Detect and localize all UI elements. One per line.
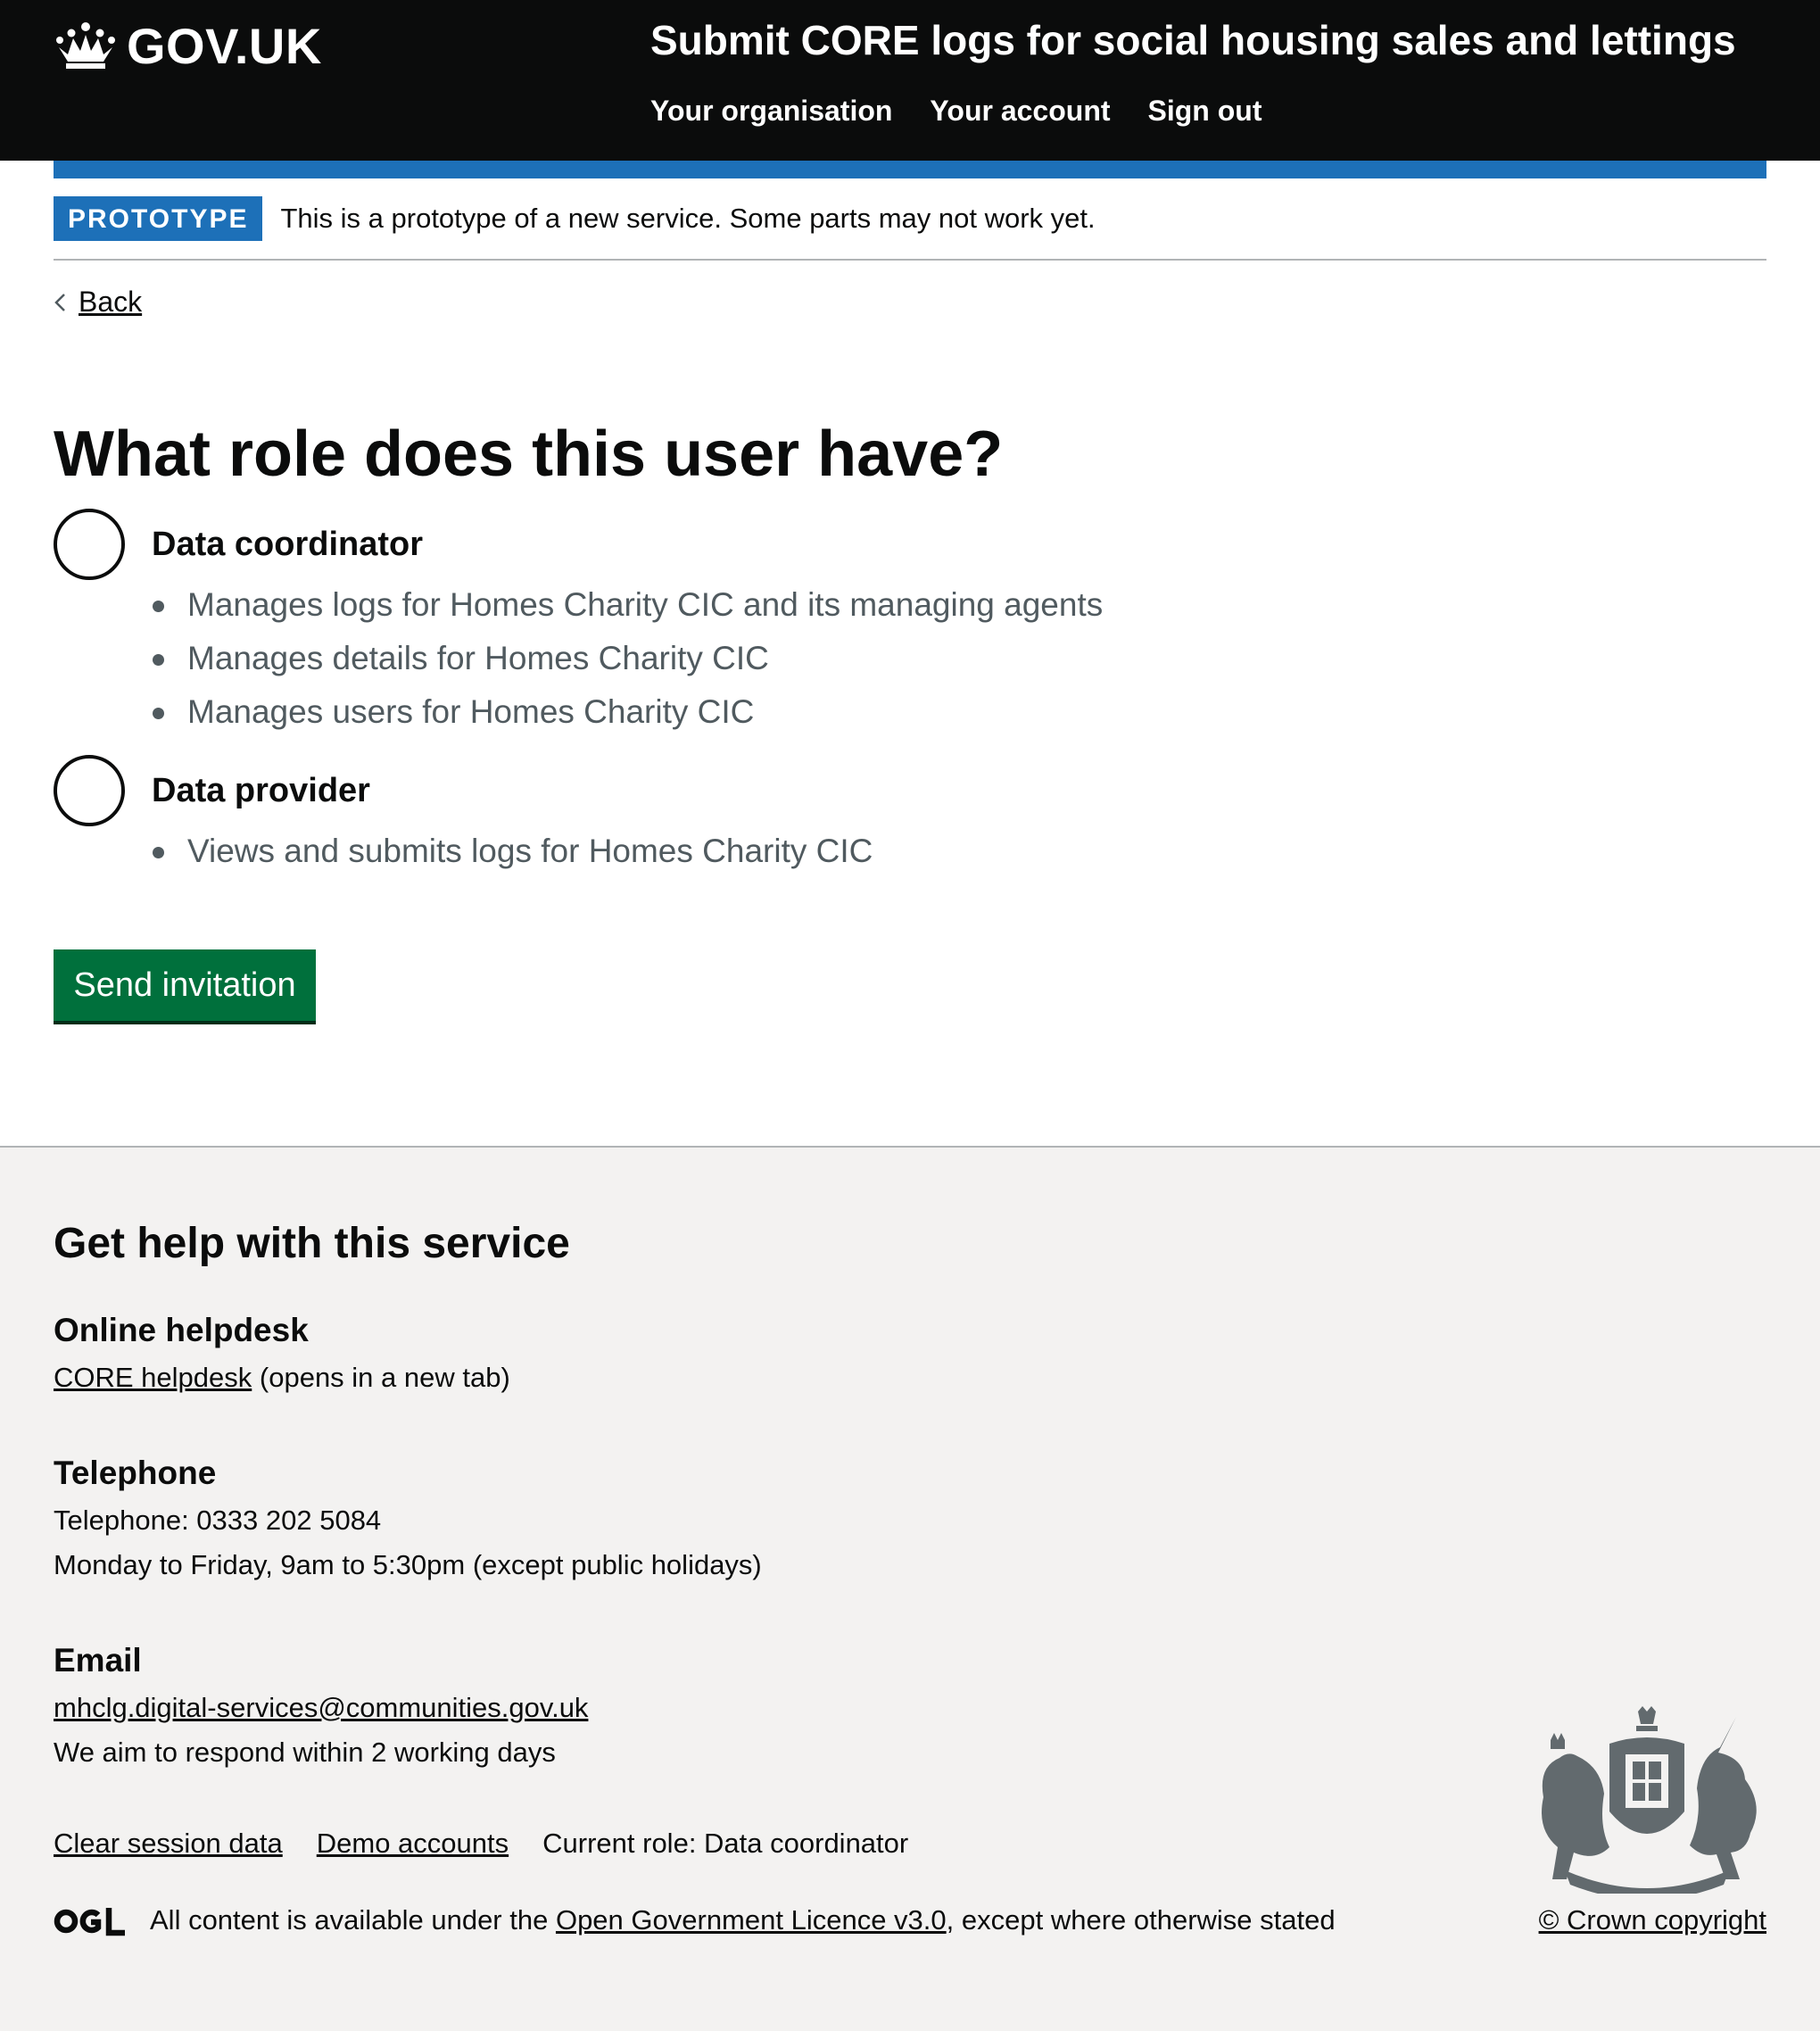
list-item: Manages users for Homes Charity CIC xyxy=(152,685,1103,739)
nav-sign-out[interactable]: Sign out xyxy=(1148,95,1262,128)
radio-option-data-coordinator[interactable]: Data coordinator Manages logs for Homes … xyxy=(54,509,1103,739)
page-title: What role does this user have? xyxy=(54,419,1004,490)
crown-icon xyxy=(56,22,115,69)
chevron-left-icon xyxy=(54,293,65,311)
send-invitation-button[interactable]: Send invitation xyxy=(54,949,316,1021)
helpdesk-heading: Online helpdesk xyxy=(54,1312,309,1348)
new-tab-note: (opens in a new tab) xyxy=(252,1362,510,1393)
ogl-licence-link[interactable]: Open Government Licence v3.0 xyxy=(556,1904,947,1936)
email-link[interactable]: mhclg.digital-services@communities.gov.u… xyxy=(54,1692,588,1723)
clear-session-data-link[interactable]: Clear session data xyxy=(54,1828,283,1860)
govuk-logo-text: GOV.UK xyxy=(127,17,322,74)
footer-meta-links: Clear session data Demo accounts Current… xyxy=(54,1828,908,1860)
list-item: Manages details for Homes Charity CIC xyxy=(152,632,1103,685)
back-link[interactable]: Back xyxy=(54,286,142,319)
phase-banner-text: This is a prototype of a new service. So… xyxy=(280,203,1096,234)
licence-suffix: , except where otherwise stated xyxy=(946,1904,1336,1936)
radio-button-data-coordinator[interactable] xyxy=(54,509,125,580)
site-footer: Get help with this service Online helpde… xyxy=(0,1146,1820,2031)
helpdesk-line: CORE helpdesk (opens in a new tab) xyxy=(54,1362,510,1394)
phase-banner: PROTOTYPE This is a prototype of a new s… xyxy=(54,196,1766,261)
header-blue-bar xyxy=(54,161,1766,178)
header-navigation: Your organisation Your account Sign out xyxy=(650,95,1262,128)
royal-coat-of-arms-icon xyxy=(1542,1706,1757,1894)
telephone-number: Telephone: 0333 202 5084 xyxy=(54,1505,382,1536)
radio-option-data-provider[interactable]: Data provider Views and submits logs for… xyxy=(54,755,873,878)
email-response-time: We aim to respond within 2 working days xyxy=(54,1737,556,1768)
list-item: Manages logs for Homes Charity CIC and i… xyxy=(152,578,1103,632)
licence-prefix: All content is available under the xyxy=(150,1904,556,1936)
demo-accounts-link[interactable]: Demo accounts xyxy=(317,1828,509,1860)
ogl-logo xyxy=(54,1908,125,1936)
telephone-heading: Telephone xyxy=(54,1455,217,1491)
email-line: mhclg.digital-services@communities.gov.u… xyxy=(54,1692,588,1724)
radio-label-data-provider[interactable]: Data provider xyxy=(152,755,873,826)
role-description-list: Manages logs for Homes Charity CIC and i… xyxy=(152,578,1103,739)
service-name[interactable]: Submit CORE logs for social housing sale… xyxy=(650,16,1736,64)
radio-button-data-provider[interactable] xyxy=(54,755,125,826)
telephone-hours: Monday to Friday, 9am to 5:30pm (except … xyxy=(54,1549,762,1580)
crown-copyright-link[interactable]: © Crown copyright xyxy=(1533,1904,1766,1936)
role-description-list: Views and submits logs for Homes Charity… xyxy=(152,825,873,878)
licence-text: All content is available under the Open … xyxy=(150,1904,1336,1936)
site-header: GOV.UK Submit CORE logs for social housi… xyxy=(0,0,1820,161)
back-link-label: Back xyxy=(79,286,143,318)
core-helpdesk-link[interactable]: CORE helpdesk xyxy=(54,1362,252,1393)
help-heading: Get help with this service xyxy=(54,1220,570,1267)
nav-your-account[interactable]: Your account xyxy=(930,95,1110,128)
nav-your-organisation[interactable]: Your organisation xyxy=(650,95,892,128)
govuk-logo-link[interactable]: GOV.UK xyxy=(54,14,322,77)
radio-label-data-coordinator[interactable]: Data coordinator xyxy=(152,509,1103,580)
current-role-text: Current role: Data coordinator xyxy=(542,1828,909,1859)
phase-tag: PROTOTYPE xyxy=(54,196,263,241)
list-item: Views and submits logs for Homes Charity… xyxy=(152,825,873,878)
email-heading: Email xyxy=(54,1642,142,1679)
